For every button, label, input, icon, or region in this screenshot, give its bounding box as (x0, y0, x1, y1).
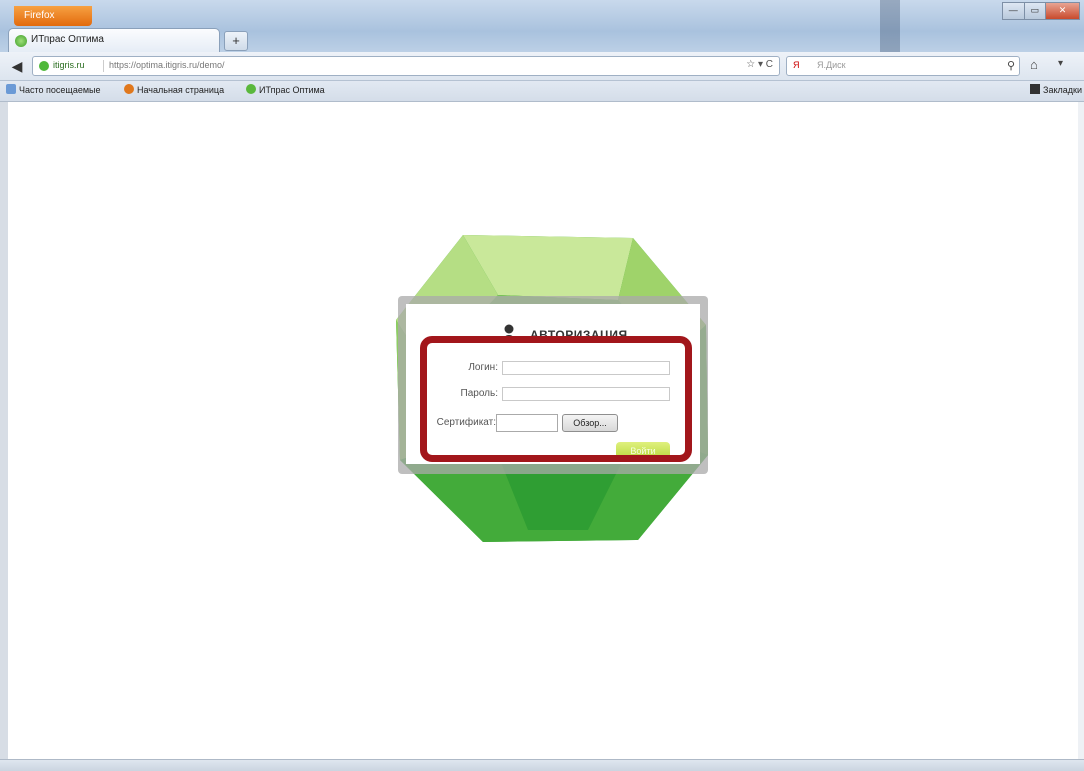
bookmark-most-visited[interactable]: Часто посещаемые (6, 84, 101, 95)
bookmark-label: ИТпрас Оптима (259, 85, 325, 95)
maximize-button[interactable]: ▭ (1023, 2, 1046, 20)
bookmark-itpras-optima[interactable]: ИТпрас Оптима (246, 84, 325, 95)
highlight-frame (420, 336, 692, 462)
site-identity-label[interactable]: itigris.ru (53, 60, 85, 70)
browser-window: Firefox — ▭ ✕ ИТпрас Оптима + ◀ itigris.… (0, 0, 1084, 771)
status-bar (0, 759, 1084, 771)
bookmarks-menu-button[interactable]: Закладки (1030, 84, 1082, 95)
search-bar[interactable]: Я Я.Диск ⚲ (786, 56, 1020, 76)
search-engine-icon[interactable]: Я (793, 60, 800, 70)
url-separator (103, 60, 104, 72)
bookmarks-toolbar: Часто посещаемые Начальная страница ИТпр… (0, 81, 1084, 102)
navigation-bar: ◀ itigris.ru https://optima.itigris.ru/d… (0, 52, 1084, 81)
browser-tab[interactable]: ИТпрас Оптима (8, 28, 220, 52)
new-tab-button[interactable]: + (224, 31, 248, 51)
firefox-icon (124, 84, 134, 94)
bookmark-label: Часто посещаемые (19, 85, 101, 95)
tab-title: ИТпрас Оптима (31, 34, 104, 45)
site-favicon-icon (15, 35, 27, 47)
tab-strip: Firefox — ▭ ✕ ИТпрас Оптима + (0, 0, 1084, 52)
search-icon[interactable]: ⚲ (1007, 59, 1015, 72)
search-placeholder: Я.Диск (817, 60, 846, 70)
back-arrow-icon[interactable]: ◀ (8, 57, 26, 75)
window-controls: — ▭ ✕ (1002, 2, 1081, 20)
url-text[interactable]: https://optima.itigris.ru/demo/ (109, 60, 225, 70)
site-favicon-icon (246, 84, 256, 94)
window-right-edge (1078, 102, 1084, 759)
reload-icon[interactable]: ☆ ▾ C (746, 59, 773, 70)
bookmark-folder-icon (6, 84, 16, 94)
site-identity-icon[interactable] (39, 61, 49, 71)
bookmark-label: Начальная страница (137, 85, 225, 95)
minimize-button[interactable]: — (1002, 2, 1024, 20)
home-icon[interactable]: ⌂ (1030, 57, 1038, 72)
bookmark-start-page[interactable]: Начальная страница (124, 84, 224, 95)
close-button[interactable]: ✕ (1045, 2, 1081, 20)
firefox-menu-button[interactable]: Firefox (14, 6, 92, 26)
toolbar-more-icon[interactable]: ▾ (1058, 58, 1063, 69)
bookmarks-menu-label: Закладки (1043, 85, 1082, 95)
address-bar[interactable]: itigris.ru https://optima.itigris.ru/dem… (32, 56, 780, 76)
window-left-edge (0, 102, 8, 759)
bookmarks-icon (1030, 84, 1041, 94)
